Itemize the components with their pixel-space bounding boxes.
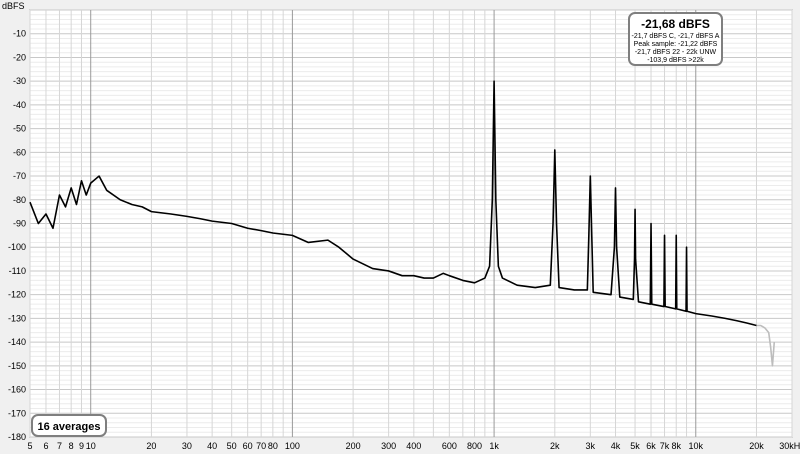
x-tick-label: 3k (586, 441, 596, 451)
y-tick-label: -170 (8, 408, 26, 418)
x-tick-label: 7k (660, 441, 670, 451)
y-tick-label: -70 (13, 171, 26, 181)
x-tick-label: 9 (79, 441, 84, 451)
x-tick-label: 6 (43, 441, 48, 451)
readout-line-4: -103,9 dBFS >22k (647, 57, 704, 64)
x-tick-label: 10 (86, 441, 96, 451)
y-tick-label: -50 (13, 124, 26, 134)
level-readout-box: -21,68 dBFS -21,7 dBFS C, -21,7 dBFS A P… (628, 12, 723, 66)
x-tick-label: 4k (611, 441, 621, 451)
x-tick-label: 20 (146, 441, 156, 451)
x-axis-ticks: 5 6 7 8 9 10 20 30 40 50 60 70 80 100 200 300 400 600 800 1… (27, 441, 800, 451)
x-tick-label: 30 (182, 441, 192, 451)
readout-line-3: -21,7 dBFS 22 - 22k UNW (635, 49, 717, 56)
y-tick-label: -120 (8, 290, 26, 300)
x-tick-label: 600 (442, 441, 457, 451)
y-axis-label: dBFS (2, 1, 25, 11)
x-tick-label: 80 (268, 441, 278, 451)
readout-line-1: -21,7 dBFS C, -21,7 dBFS A (632, 33, 720, 40)
x-tick-label: 10k (689, 441, 704, 451)
readout-main-value: -21,68 dBFS (641, 17, 710, 31)
x-tick-label: 20k (749, 441, 764, 451)
y-tick-label: -90 (13, 219, 26, 229)
averages-badge: 16 averages (31, 414, 107, 437)
x-tick-label: 200 (346, 441, 361, 451)
y-tick-label: -140 (8, 337, 26, 347)
x-tick-label: 5 (27, 441, 32, 451)
y-tick-label: -40 (13, 100, 26, 110)
y-tick-label: -20 (13, 52, 26, 62)
y-tick-label: -80 (13, 195, 26, 205)
y-tick-label: -110 (9, 266, 26, 276)
y-tick-label: -30 (13, 76, 26, 86)
y-axis-ticks: -10 -20 -30 -40 -50 -60 -70 -80 -90 -100 -110 -120 -… (8, 29, 26, 442)
x-tick-label: 30kHz (779, 441, 800, 451)
x-tick-label: 8k (671, 441, 681, 451)
x-tick-label: 400 (406, 441, 421, 451)
x-tick-label: 800 (467, 441, 482, 451)
x-tick-label: 6k (646, 441, 656, 451)
x-tick-label: 60 (243, 441, 253, 451)
x-tick-label: 300 (381, 441, 396, 451)
x-tick-label: 70 (256, 441, 266, 451)
x-tick-label: 40 (207, 441, 217, 451)
x-tick-label: 2k (550, 441, 560, 451)
x-tick-label: 8 (69, 441, 74, 451)
x-tick-label: 5k (630, 441, 640, 451)
y-tick-label: -60 (13, 147, 26, 157)
averages-label: 16 averages (38, 421, 101, 433)
y-tick-label: -130 (8, 313, 26, 323)
x-tick-label: 50 (227, 441, 237, 451)
y-tick-label: -180 (8, 432, 26, 442)
y-tick-label: -100 (8, 242, 26, 252)
y-tick-label: -10 (13, 29, 26, 39)
readout-line-2: Peak sample: -21,22 dBFS (634, 41, 718, 48)
y-tick-label: -160 (8, 385, 26, 395)
x-tick-label: 1k (489, 441, 499, 451)
x-tick-label: 7 (57, 441, 62, 451)
spectrum-chart: -10 -20 -30 -40 -50 -60 -70 -80 -90 -100 -110 -120 -… (2, 1, 800, 451)
spectrum-analyzer-view: -10 -20 -30 -40 -50 -60 -70 -80 -90 -100 -110 -120 -… (0, 0, 800, 454)
x-tick-label: 100 (285, 441, 300, 451)
y-tick-label: -150 (8, 361, 26, 371)
